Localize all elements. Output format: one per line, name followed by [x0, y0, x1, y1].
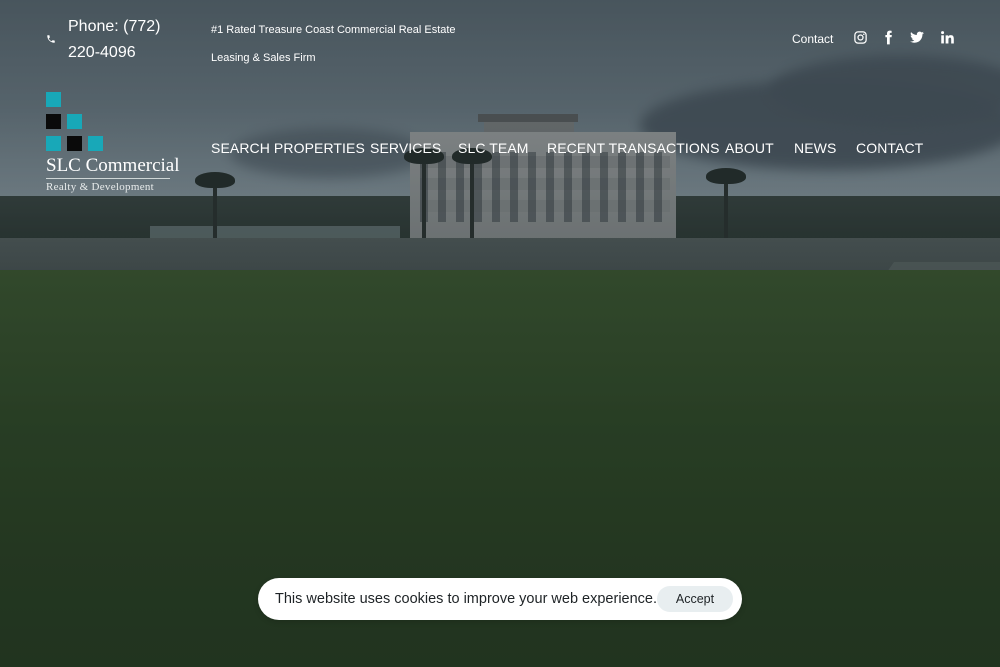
top-contact-link[interactable]: Contact — [792, 31, 833, 47]
nav-about[interactable]: ABOUT — [725, 139, 774, 157]
logo-square — [67, 136, 82, 151]
logo-square — [46, 114, 61, 129]
nav-services[interactable]: SERVICES — [370, 139, 441, 157]
phone-number[interactable]: Phone: (772) 220-4096 — [68, 14, 188, 66]
linkedin-icon[interactable] — [940, 30, 956, 48]
logo-square — [67, 114, 82, 129]
logo-name: SLC Commercial — [46, 155, 180, 176]
logo-subtitle: Realty & Development — [46, 181, 155, 193]
cookie-message: This website uses cookies to improve you… — [275, 591, 658, 607]
twitter-icon[interactable] — [909, 30, 925, 48]
nav-news[interactable]: NEWS — [794, 139, 836, 157]
phone-icon — [46, 34, 56, 44]
nav-recent-transactions[interactable]: RECENT TRANSACTIONS — [547, 139, 720, 157]
tagline: #1 Rated Treasure Coast Commercial Real … — [211, 24, 456, 64]
accept-cookies-button[interactable]: Accept — [657, 586, 733, 612]
instagram-icon[interactable] — [853, 30, 869, 48]
logo-divider — [46, 178, 170, 179]
nav-contact[interactable]: CONTACT — [856, 139, 923, 157]
logo-square — [88, 136, 103, 151]
nav-search-properties[interactable]: SEARCH PROPERTIES — [211, 139, 365, 157]
slc-logo[interactable]: SLC Commercial Realty & Development — [46, 92, 180, 200]
cookie-banner: This website uses cookies to improve you… — [258, 578, 742, 620]
logo-square — [46, 136, 61, 151]
facebook-icon[interactable] — [881, 30, 897, 48]
logo-square — [46, 92, 61, 107]
nav-slc-team[interactable]: SLC TEAM — [458, 139, 529, 157]
